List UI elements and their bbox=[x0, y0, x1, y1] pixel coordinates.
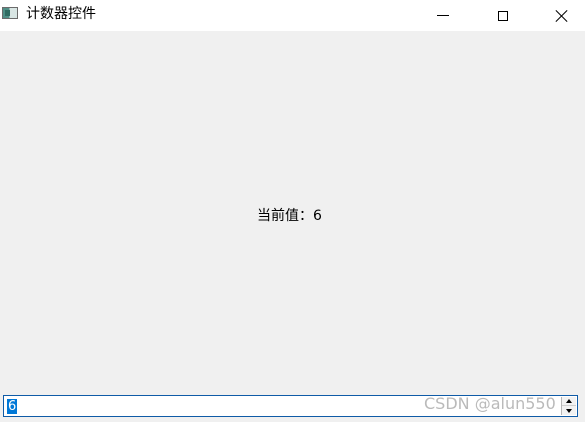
watermark-text: CSDN @alun550 bbox=[424, 394, 556, 413]
decrement-button[interactable] bbox=[562, 406, 576, 415]
minimize-icon bbox=[437, 15, 449, 16]
title-bar[interactable]: 计数器控件 bbox=[0, 0, 585, 31]
app-window-icon bbox=[2, 7, 18, 19]
minimize-button[interactable] bbox=[420, 0, 466, 31]
close-button[interactable] bbox=[539, 0, 585, 31]
increment-button[interactable] bbox=[562, 397, 576, 406]
spinbox-buttons bbox=[561, 397, 576, 415]
close-icon bbox=[555, 9, 569, 23]
arrow-up-icon bbox=[566, 399, 572, 403]
app-window: 计数器控件 当前值：6 6 CSDN @alun550 bbox=[0, 0, 585, 422]
current-value-label: 当前值：6 bbox=[257, 208, 322, 224]
window-title: 计数器控件 bbox=[26, 6, 96, 22]
maximize-button[interactable] bbox=[480, 0, 526, 31]
maximize-icon bbox=[498, 10, 508, 21]
spinbox-value-input[interactable]: 6 bbox=[7, 399, 18, 414]
arrow-down-icon bbox=[566, 408, 572, 413]
